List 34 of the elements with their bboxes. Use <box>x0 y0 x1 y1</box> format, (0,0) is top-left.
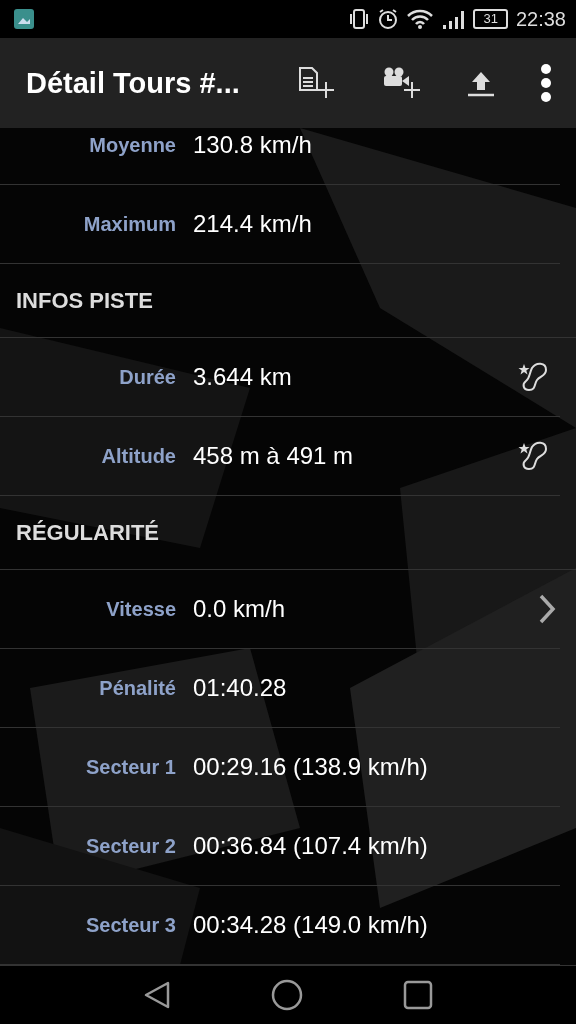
chevron-right-icon[interactable] <box>538 594 556 624</box>
more-menu-button[interactable] <box>540 63 552 103</box>
field-value: 130.8 km/h <box>193 131 313 159</box>
field-label: Vitesse <box>105 597 176 621</box>
battery-indicator: 31 <box>473 9 508 29</box>
field-value: 3.644 km <box>193 363 293 391</box>
field-label: Secteur 3 <box>84 913 176 937</box>
field-value: 00:29.16 (138.9 km/h) <box>193 753 429 781</box>
clock-time: 22:38 <box>515 7 566 31</box>
vibrate-icon <box>349 8 370 30</box>
field-label: Maximum <box>82 212 176 236</box>
alarm-icon <box>377 8 400 30</box>
section-header: INFOS PISTE <box>0 264 576 338</box>
add-video-button[interactable] <box>382 66 422 100</box>
field-value: 0.0 km/h <box>193 595 287 623</box>
section-header: RÉGULARITÉ <box>0 496 576 570</box>
field-label: Altitude <box>100 444 176 468</box>
field-label: Durée <box>118 365 176 389</box>
field-value: 214.4 km/h <box>193 210 313 238</box>
gallery-icon <box>14 9 34 29</box>
field-value: 00:36.84 (107.4 km/h) <box>193 832 429 860</box>
back-icon[interactable] <box>143 980 171 1010</box>
field-value: 01:40.28 <box>193 674 288 702</box>
recents-icon[interactable] <box>403 980 433 1010</box>
field-value: 00:34.28 (149.0 km/h) <box>193 911 429 939</box>
field-label: Secteur 2 <box>84 834 176 858</box>
home-icon[interactable] <box>271 979 303 1011</box>
screen-title: Détail Tours #... <box>26 66 241 100</box>
field-label: Moyenne <box>88 133 176 157</box>
field-value: 458 m à 491 m <box>193 442 355 470</box>
field-label: Secteur 1 <box>84 755 176 779</box>
field-label: Pénalité <box>98 676 176 700</box>
wifi-icon <box>407 9 434 29</box>
signal-icon <box>441 9 466 29</box>
